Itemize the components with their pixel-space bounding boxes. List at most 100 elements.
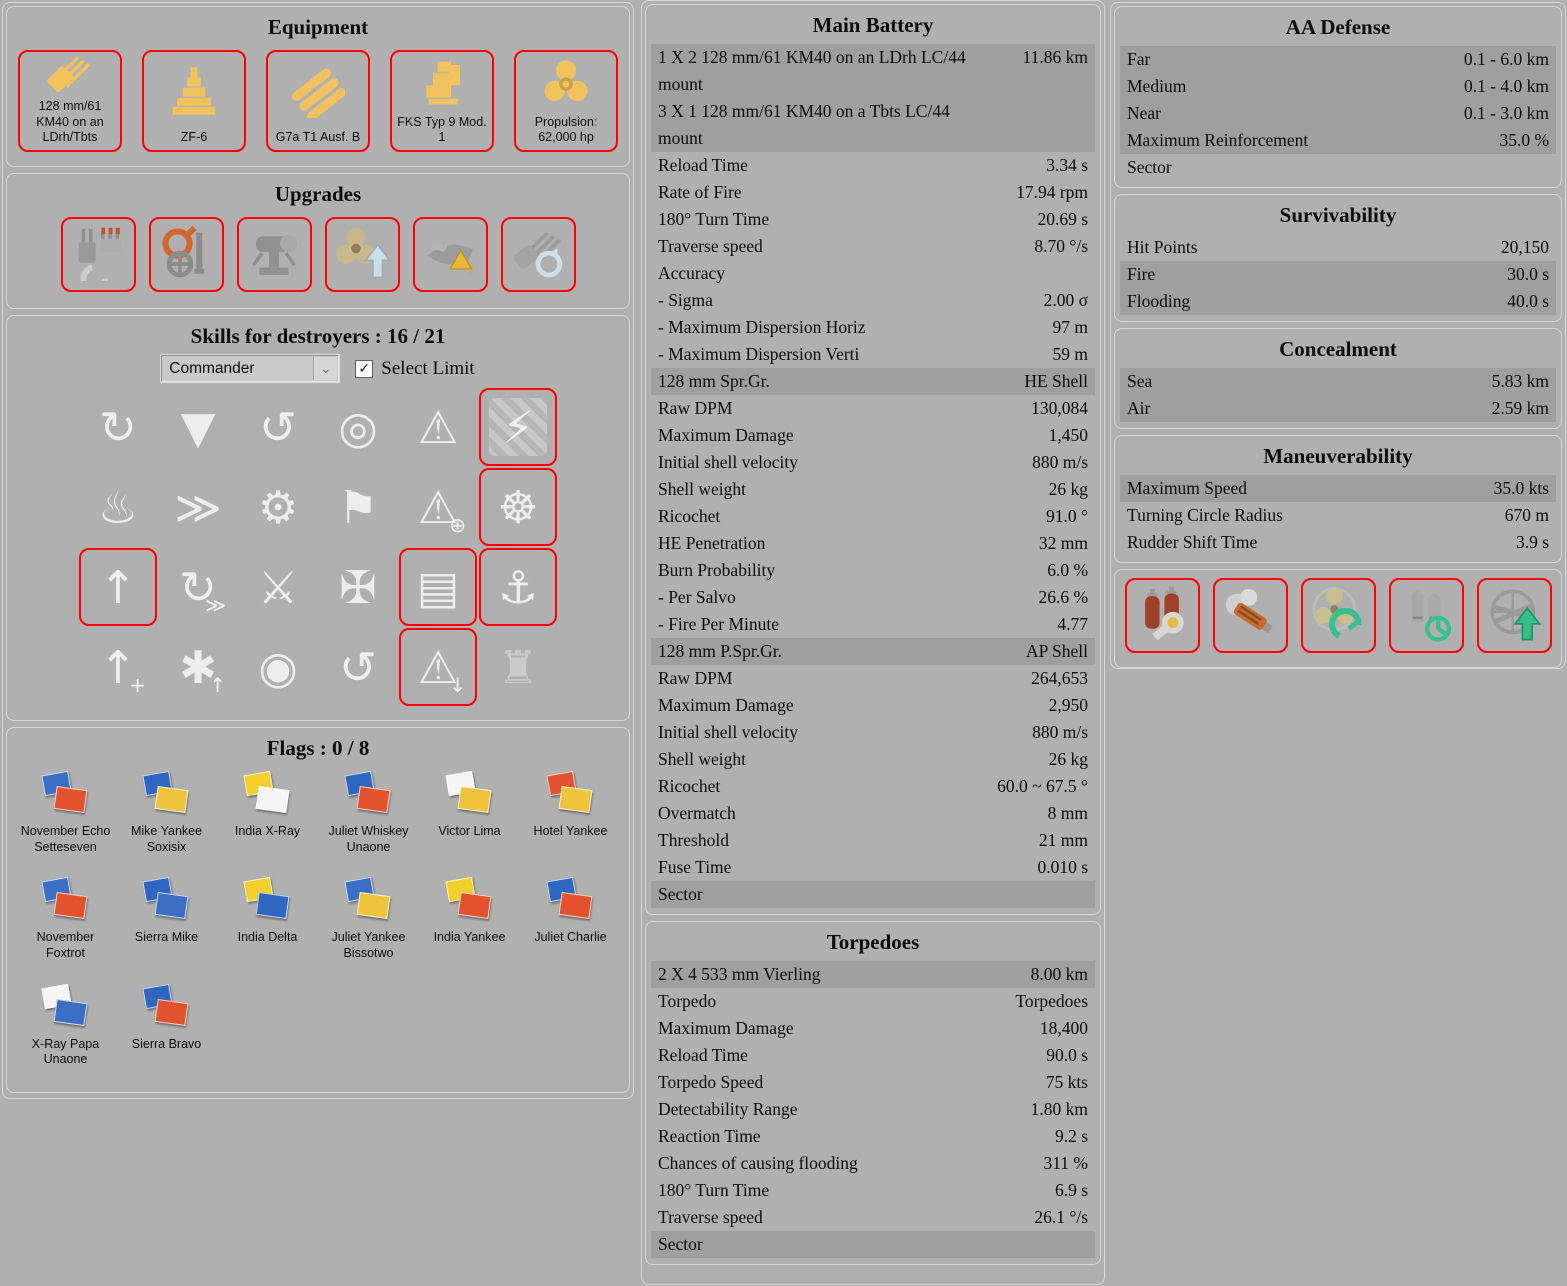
flag-item[interactable]: November Foxtrot bbox=[15, 879, 116, 961]
skill-torpedo-launcher-icon[interactable]: ▼ bbox=[159, 388, 237, 466]
stat-label: Fuse Time bbox=[658, 854, 880, 881]
flag-item[interactable]: Sierra Mike bbox=[116, 879, 217, 961]
stat-value: 91.0 ° bbox=[887, 503, 1088, 530]
stat-value: 4.77 bbox=[922, 611, 1088, 638]
stat-row: Reaction Time 9.2 s bbox=[651, 1123, 1095, 1150]
stat-label: Flooding bbox=[1127, 288, 1345, 315]
stat-value: 30.0 s bbox=[1335, 261, 1549, 288]
flag-item[interactable]: Sierra Bravo bbox=[116, 986, 217, 1068]
stat-label: Turning Circle Radius bbox=[1127, 502, 1390, 529]
signal-flag-icon bbox=[343, 879, 395, 925]
select-limit-wrap: Select Limit bbox=[355, 358, 474, 380]
skill-fire-shield-icon[interactable]: ✠ bbox=[319, 548, 397, 626]
upgrade-target-acquisition-mod[interactable] bbox=[413, 217, 488, 292]
stat-value: 32 mm bbox=[906, 530, 1088, 557]
consumable-torpedo-reload-booster[interactable] bbox=[1477, 578, 1552, 653]
flag-label: November Echo Setteseven bbox=[18, 824, 114, 855]
skill-torpedo-speed-icon[interactable]: ≫ bbox=[159, 468, 237, 546]
stat-row: - Per Salvo 26.6 % bbox=[651, 584, 1095, 611]
skill-aa-barrage-icon[interactable]: ↑ + bbox=[79, 628, 157, 706]
equipment-fire-control[interactable]: FKS Typ 9 Mod. 1 bbox=[390, 50, 494, 152]
skill-detection-reduction-icon[interactable]: ⚠ ↓ bbox=[399, 628, 477, 706]
stat-label: 2 X 4 533 mm Vierling bbox=[658, 961, 922, 988]
flag-item[interactable]: November Echo Setteseven bbox=[15, 773, 116, 855]
equipment-hull[interactable]: ZF-6 bbox=[142, 50, 246, 152]
equipment-torpedoes[interactable]: G7a T1 Ausf. B bbox=[266, 50, 370, 152]
skill-turret-traverse-icon[interactable]: ↻ bbox=[79, 388, 157, 466]
stat-value: 18,400 bbox=[921, 1015, 1088, 1042]
stat-label: - Maximum Dispersion Horiz bbox=[658, 314, 955, 341]
flag-item[interactable]: Victor Lima bbox=[419, 773, 520, 855]
signal-flag-icon bbox=[242, 773, 294, 819]
flag-item[interactable]: Juliet Whiskey Unaone bbox=[318, 773, 419, 855]
skill-ship-silhouette-icon[interactable]: ♜ bbox=[479, 628, 557, 706]
stat-label: Reaction Time bbox=[658, 1123, 904, 1150]
upgrade-main-battery-mod[interactable] bbox=[501, 217, 576, 292]
stat-value: 0.010 s bbox=[888, 854, 1088, 881]
flag-item[interactable]: Juliet Yankee Bissotwo bbox=[318, 879, 419, 961]
skill-helmsman-icon[interactable]: ☸ bbox=[479, 468, 557, 546]
skill-priority-target-icon[interactable]: ⚠ ⊕ bbox=[399, 468, 477, 546]
stat-value: 97 m bbox=[963, 314, 1088, 341]
flag-item[interactable]: India X-Ray bbox=[217, 773, 318, 855]
flag-item[interactable]: Juliet Charlie bbox=[520, 879, 621, 961]
skill-fire-starter-icon[interactable]: ♨ bbox=[79, 468, 157, 546]
stat-label: Raw DPM bbox=[658, 665, 878, 692]
stat-value: 6.0 % bbox=[915, 557, 1088, 584]
flag-item[interactable]: India Delta bbox=[217, 879, 318, 961]
select-limit-checkbox[interactable] bbox=[355, 360, 373, 378]
skill-shell-warning-icon[interactable]: ⚠ bbox=[399, 388, 477, 466]
upgrade-damage-control-mod[interactable] bbox=[149, 217, 224, 292]
flag-item[interactable]: Mike Yankee Soxisix bbox=[116, 773, 217, 855]
skill-turret-reload-icon[interactable]: ↺ bbox=[319, 628, 397, 706]
skill-radio-location-icon[interactable]: ◉ bbox=[239, 628, 317, 706]
flag-item[interactable]: X-Ray Papa Unaone bbox=[15, 986, 116, 1068]
consumable-damage-control-party[interactable] bbox=[1125, 578, 1200, 653]
stat-row: Maximum Speed 35.0 kts bbox=[1120, 475, 1556, 502]
skill-aa-reinforcement-icon[interactable]: ↑ bbox=[79, 548, 157, 626]
skill-crossed-swords-icon[interactable]: ⚔ bbox=[239, 548, 317, 626]
flags-panel: Flags : 0 / 8 November Echo Setteseven bbox=[6, 727, 630, 1093]
stat-value: 59 m bbox=[960, 341, 1088, 368]
flag-label: Juliet Yankee Bissotwo bbox=[321, 930, 417, 961]
equipment-main-guns[interactable]: 128 mm/61 KM40 on an LDrh/Tbts bbox=[18, 50, 122, 152]
flag-item[interactable]: Hotel Yankee bbox=[520, 773, 621, 855]
upgrade-aiming-systems-mod[interactable] bbox=[237, 217, 312, 292]
stat-row: Threshold 21 mm bbox=[651, 827, 1095, 854]
flag-item[interactable]: India Yankee bbox=[419, 879, 520, 961]
skill-torpedo-reload-icon[interactable]: ↻ ≫ bbox=[159, 548, 237, 626]
skill-lightning-camo-icon[interactable]: ⚡ bbox=[479, 388, 557, 466]
consumable-engine-boost[interactable] bbox=[1301, 578, 1376, 653]
stat-row: Initial shell velocity 880 m/s bbox=[651, 449, 1095, 476]
skill-battleship-icon[interactable]: ⚓ bbox=[479, 548, 557, 626]
skill-consumables-reload-icon[interactable]: ↺ bbox=[239, 388, 317, 466]
stat-row: Detectability Range 1.80 km bbox=[651, 1096, 1095, 1123]
upgrade-icon bbox=[69, 223, 127, 286]
skill-shells-reload-icon[interactable]: ◎ bbox=[319, 388, 397, 466]
consumable-smoke-generator[interactable] bbox=[1213, 578, 1288, 653]
stat-row: Air 2.59 km bbox=[1120, 395, 1556, 422]
upgrade-main-armaments-mod[interactable] bbox=[61, 217, 136, 292]
equipment-item-label: G7a T1 Ausf. B bbox=[274, 130, 363, 150]
stat-label: Far bbox=[1127, 46, 1303, 73]
stat-row: Reload Time 3.34 s bbox=[651, 152, 1095, 179]
skill-depth-charges-icon[interactable]: ▤ bbox=[399, 548, 477, 626]
chevron-down-icon[interactable]: ⌄ bbox=[313, 357, 337, 380]
consumable-main-battery-reload-booster[interactable] bbox=[1389, 578, 1464, 653]
stat-row: 128 mm P.Spr.Gr. AP Shell bbox=[651, 638, 1095, 665]
stat-value: 670 m bbox=[1398, 502, 1549, 529]
stat-label: Ricochet bbox=[658, 503, 879, 530]
equipment-propulsion[interactable]: Propulsion: 62,000 hp bbox=[514, 50, 618, 152]
stat-row: Ricochet 91.0 ° bbox=[651, 503, 1095, 530]
skill-propulsion-boost-icon[interactable]: ✱ ↑ bbox=[159, 628, 237, 706]
stat-label: Fire bbox=[1127, 261, 1327, 288]
torpedoes-panel: Torpedoes 2 X 4 533 mm Vierling 8.00 km … bbox=[645, 921, 1101, 1265]
skills-panel: Skills for destroyers : 16 / 21 Commande… bbox=[6, 315, 630, 721]
flag-label: India X-Ray bbox=[235, 824, 300, 840]
stat-label: Detectability Range bbox=[658, 1096, 910, 1123]
skill-vigilance-icon[interactable]: ⚑ bbox=[319, 468, 397, 546]
commander-select[interactable]: Commander ⌄ bbox=[161, 355, 339, 382]
upgrade-propulsion-mod[interactable] bbox=[325, 217, 400, 292]
stat-label: Maximum Reinforcement bbox=[1127, 127, 1400, 154]
skill-engine-timer-icon[interactable]: ⚙ bbox=[239, 468, 317, 546]
